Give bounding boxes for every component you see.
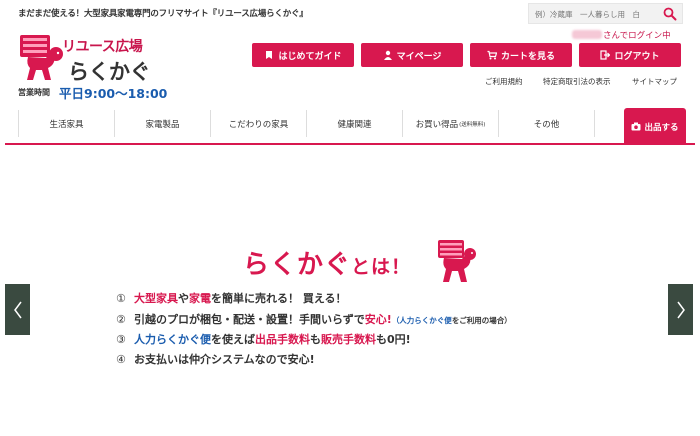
tagline: まだまだ使える！大型家具家電専門のフリマサイト『リユース広場らくかぐ』: [18, 9, 308, 19]
hours-value: 平日9:00〜18:00: [59, 86, 168, 101]
search-box: [528, 3, 683, 24]
guide-button[interactable]: はじめてガイド: [252, 43, 354, 67]
hero-point-1: ① 大型家具や家電を簡単に売れる！ 買える！: [116, 292, 347, 305]
book-icon: [266, 51, 273, 59]
cart-icon: [487, 50, 497, 60]
slider-next-button[interactable]: [668, 284, 693, 335]
nav-item-health[interactable]: 健康関連: [307, 110, 403, 137]
sell-button[interactable]: 出品する: [624, 108, 686, 145]
search-input[interactable]: [535, 7, 655, 21]
login-status: さんでログイン中: [572, 29, 671, 41]
nav-item-living[interactable]: 生活家具: [18, 110, 115, 137]
hero-point-2: ② 引越のプロが梱包・配送・設置！手間いらずで安心!（人力らくかぐ便をご利用の場合…: [116, 313, 512, 326]
camera-icon: [631, 122, 641, 131]
mascot-icon: [438, 240, 476, 282]
main-nav: 生活家具 家電製品 こだわりの家具 健康関連 お買い得品 (送料無料) その他: [18, 110, 684, 144]
nav-item-deals[interactable]: お買い得品 (送料無料): [403, 110, 499, 137]
hero-point-4: ④ お支払いは仲介システムなので安心!: [116, 353, 315, 366]
hero-point-3: ③ 人力らくかぐ便を使えば出品手数料も販売手数料も0円!: [116, 333, 411, 346]
law-link[interactable]: 特定商取引法の表示: [543, 76, 611, 87]
logo-text-main[interactable]: らくかぐ: [68, 56, 151, 86]
logo-text-small[interactable]: リユース広場: [62, 36, 143, 56]
chevron-left-icon: [13, 301, 22, 318]
username-blurred: [572, 30, 602, 39]
slider-prev-button[interactable]: [5, 284, 30, 335]
mypage-button[interactable]: マイページ: [361, 43, 463, 67]
terms-link[interactable]: ご利用規約: [485, 76, 523, 87]
logout-button[interactable]: ログアウト: [579, 43, 681, 67]
logout-icon: [600, 50, 611, 60]
sitemap-link[interactable]: サイトマップ: [632, 76, 677, 87]
search-icon[interactable]: [663, 7, 677, 21]
cart-button[interactable]: カートを見る: [470, 43, 572, 67]
nav-item-appliances[interactable]: 家電製品: [115, 110, 211, 137]
user-icon: [383, 50, 392, 60]
nav-item-other[interactable]: その他: [499, 110, 595, 137]
nav-item-premium[interactable]: こだわりの家具: [211, 110, 307, 137]
hero-title: らくかぐとは！: [243, 250, 412, 280]
hero-banner: [5, 145, 693, 436]
hours-label: 営業時間: [18, 88, 50, 97]
chevron-right-icon: [676, 301, 685, 318]
